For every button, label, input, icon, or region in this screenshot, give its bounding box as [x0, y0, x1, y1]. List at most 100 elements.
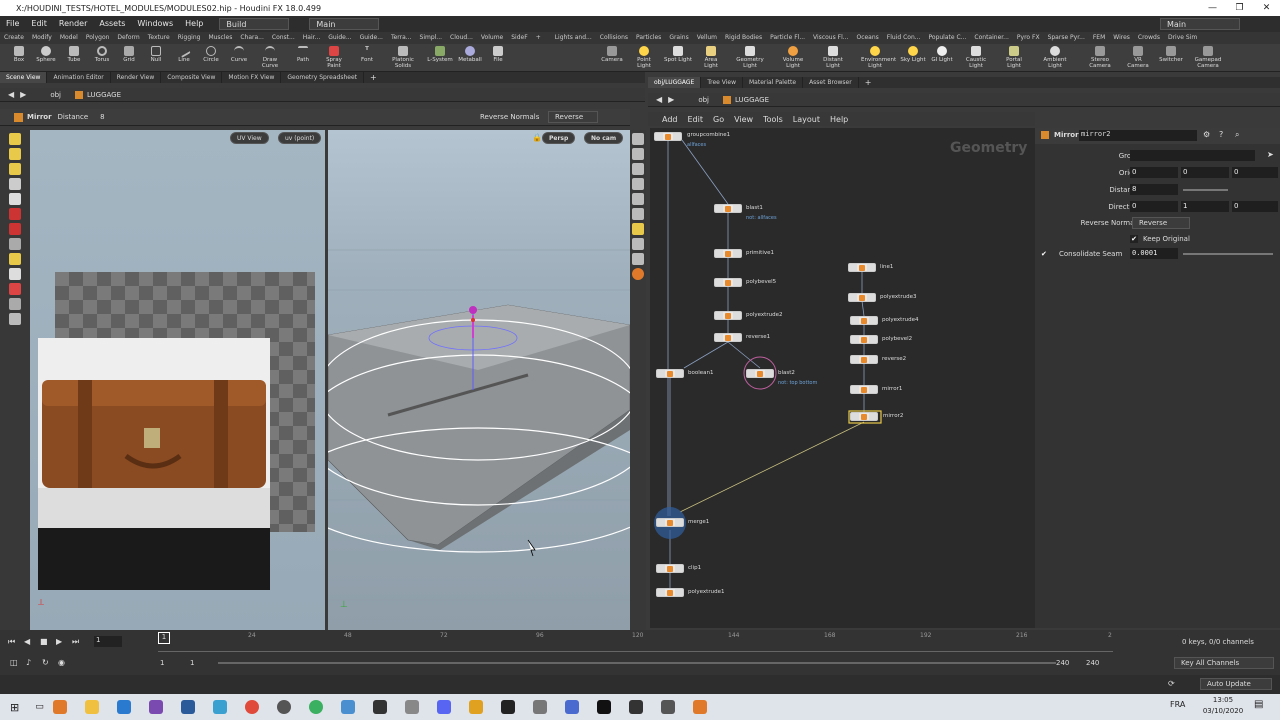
shelf-tab[interactable]: Rigging [174, 32, 205, 44]
circle-tool[interactable]: Circle [197, 46, 225, 63]
draw-curve-tool[interactable]: Draw Curve [256, 46, 284, 69]
auto-update-button[interactable]: Auto Update [1200, 678, 1272, 690]
forward-icon[interactable]: ▶ [20, 90, 26, 99]
app-icon[interactable] [660, 700, 675, 714]
app-icon[interactable] [340, 700, 355, 714]
powershell-icon[interactable] [180, 700, 195, 714]
current-frame-field[interactable]: 1 [94, 636, 122, 647]
app-icon[interactable] [532, 700, 547, 714]
geometry-light-tool[interactable]: Geometry Light [736, 46, 764, 69]
shelf-tab[interactable]: Hair... [299, 32, 325, 44]
handle-icon[interactable] [9, 133, 21, 145]
last-frame-icon[interactable]: ⏭ [72, 637, 88, 647]
shelf-tab[interactable]: Oceans [852, 32, 882, 44]
range-slider[interactable] [218, 662, 1056, 664]
ghost-icon[interactable] [632, 253, 644, 265]
gi-light-tool[interactable]: GI Light [928, 46, 956, 63]
param-origin-z[interactable]: 0 [1232, 167, 1278, 178]
shelf-tab[interactable]: Wires [1109, 32, 1134, 44]
node-mirror1[interactable] [850, 385, 878, 394]
minimize-button[interactable]: — [1199, 0, 1226, 16]
close-button[interactable]: ✕ [1253, 0, 1280, 16]
menu-assets[interactable]: Assets [93, 16, 131, 32]
node-polyextrude4[interactable] [850, 316, 878, 325]
node-primitive1[interactable] [714, 249, 742, 258]
network-menu-layout[interactable]: Layout [793, 115, 820, 124]
lock-icon[interactable] [9, 193, 21, 205]
path-obj[interactable]: obj [698, 96, 709, 104]
node-polyextrude1[interactable] [656, 588, 684, 597]
select-icon[interactable] [9, 148, 21, 160]
gear-icon[interactable]: ⚙ [1203, 130, 1210, 139]
arrow-icon[interactable] [9, 178, 21, 190]
menu-render[interactable]: Render [53, 16, 93, 32]
points-icon[interactable] [632, 208, 644, 220]
select-arrow-icon[interactable]: ➤ [1267, 150, 1274, 159]
app-icon[interactable] [404, 700, 419, 714]
range-end-field[interactable]: 240 [1056, 659, 1069, 667]
add-tab-icon[interactable]: + [865, 78, 872, 87]
shelf-tab[interactable]: Terra... [387, 32, 416, 44]
param-direction-z[interactable]: 0 [1232, 201, 1278, 212]
shelf-tab[interactable]: Volume [477, 32, 507, 44]
spot-light-tool[interactable]: Spot Light [664, 46, 692, 63]
volume-light-tool[interactable]: Volume Light [779, 46, 807, 69]
calculator-icon[interactable] [116, 700, 131, 714]
shelf-tab[interactable]: Muscles [204, 32, 236, 44]
ambient-light-tool[interactable]: Ambient Light [1041, 46, 1069, 69]
network-editor[interactable]: Geometry groupcombine1 allfaces blast1 n… [650, 128, 1035, 628]
tab-animation-editor[interactable]: Animation Editor [47, 72, 111, 83]
app-icon[interactable] [372, 700, 387, 714]
houdini-icon[interactable] [692, 700, 707, 714]
search-icon[interactable]: ⌕ [1235, 130, 1239, 140]
node-polyextrude2[interactable] [714, 311, 742, 320]
grid-display-icon[interactable] [632, 238, 644, 250]
param-origin-y[interactable]: 0 [1181, 167, 1229, 178]
param-direction-x[interactable]: 0 [1130, 201, 1178, 212]
curve-tool[interactable]: Curve [225, 46, 253, 63]
shelf-tab[interactable]: Particle Fl... [766, 32, 809, 44]
back-icon[interactable]: ◀ [8, 90, 14, 99]
view-icon[interactable] [9, 268, 21, 280]
desktop-selector-left[interactable]: Build [219, 18, 290, 30]
menu-edit[interactable]: Edit [25, 16, 53, 32]
null-tool[interactable]: Null [142, 46, 170, 63]
point-light-tool[interactable]: Point Light [630, 46, 658, 69]
teams-icon[interactable] [564, 700, 579, 714]
frame-marker[interactable]: 1 [158, 632, 170, 644]
add-shelf-icon[interactable]: + [532, 32, 545, 44]
node-blast2[interactable] [746, 369, 774, 378]
app-icon[interactable] [628, 700, 643, 714]
gamepad-camera-tool[interactable]: Gamepad Camera [1194, 46, 1222, 69]
caustic-light-tool[interactable]: Caustic Light [962, 46, 990, 69]
sky-light-tool[interactable]: Sky Light [899, 46, 927, 63]
node-groupcombine1[interactable] [654, 132, 682, 141]
shelf-tab[interactable]: Lights and... [551, 32, 596, 44]
tab-material-palette[interactable]: Material Palette [743, 77, 804, 88]
param-seam-field[interactable]: 0.0001 [1130, 248, 1178, 259]
range-end2-field[interactable]: 240 [1086, 659, 1099, 667]
clock-time[interactable]: 13:05 [1200, 696, 1246, 704]
render-icon[interactable] [632, 268, 644, 280]
maximize-button[interactable]: ❐ [1226, 0, 1253, 16]
node-clip1[interactable] [656, 564, 684, 573]
tab-motion-fx-view[interactable]: Motion FX View [222, 72, 282, 83]
step-back-icon[interactable]: ◀ [24, 637, 40, 646]
shelf-tab[interactable]: Populate C... [925, 32, 971, 44]
shelf-tab[interactable]: Collisions [596, 32, 632, 44]
shelf-tab[interactable]: Guide... [356, 32, 387, 44]
network-menu-help[interactable]: Help [830, 115, 848, 124]
notepad-icon[interactable] [212, 700, 227, 714]
grid-tool[interactable]: Grid [115, 46, 143, 63]
distant-light-tool[interactable]: Distant Light [819, 46, 847, 69]
file-tool[interactable]: File [484, 46, 512, 63]
vlc-icon[interactable] [52, 700, 67, 714]
update-icon[interactable]: ⟳ [1168, 679, 1175, 688]
tab-asset-browser[interactable]: Asset Browser [803, 77, 859, 88]
realtime-icon[interactable]: ◫ [10, 658, 26, 667]
discord-icon[interactable] [436, 700, 451, 714]
param-node-name-field[interactable]: mirror2 [1079, 130, 1197, 141]
paint-icon[interactable] [9, 163, 21, 175]
language-indicator[interactable]: FRA [1170, 700, 1185, 709]
path-node[interactable]: LUGGAGE [735, 96, 769, 104]
